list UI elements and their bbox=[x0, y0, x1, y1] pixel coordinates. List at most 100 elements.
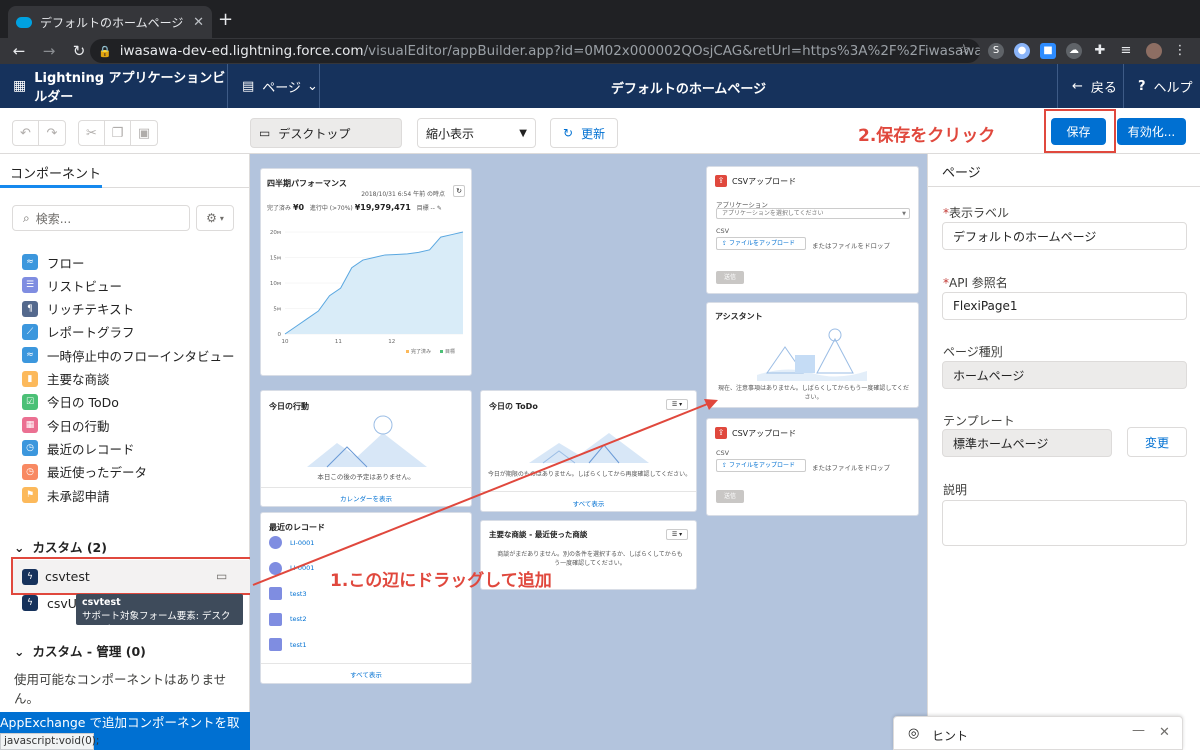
page-menu-label: ページ bbox=[262, 80, 302, 96]
component-type-icon: ☰ bbox=[22, 277, 38, 294]
label-input[interactable]: デフォルトのホームページ bbox=[942, 222, 1187, 250]
edit-group: ✂ ❐ ▣ bbox=[78, 120, 158, 146]
api-label-text: API 参照名 bbox=[949, 276, 1008, 290]
tooltip-body: サポート対象フォーム要素: デスクトップ bbox=[82, 611, 231, 636]
label-field-label: *表示ラベル bbox=[943, 206, 1010, 220]
chrome-menu-icon[interactable]: ⋮ bbox=[1172, 43, 1188, 59]
drag-instruction-note: 1.この辺にドラッグして追加 bbox=[330, 571, 552, 591]
zoom-select[interactable]: 縮小表示 ▼ bbox=[417, 118, 536, 148]
activate-button[interactable]: 有効化... bbox=[1117, 118, 1186, 145]
search-input[interactable]: ⌕ 検索... bbox=[12, 205, 190, 231]
back-button[interactable]: ← 戻る bbox=[1057, 64, 1124, 108]
browser-tab[interactable]: デフォルトのホームページ - Light ✕ bbox=[8, 6, 212, 38]
template-field: 標準ホームページ bbox=[942, 429, 1112, 457]
change-template-button[interactable]: 変更 bbox=[1127, 427, 1187, 457]
url-path: /visualEditor/appBuilder.app?id=0M02x000… bbox=[363, 43, 980, 59]
lock-icon: 🔒 bbox=[98, 44, 112, 58]
drag-arrow bbox=[252, 399, 718, 586]
custom-heading-label: カスタム (2) bbox=[32, 540, 107, 555]
component-item[interactable]: ◷ 最近のレコード bbox=[22, 438, 135, 458]
back-label: 戻る bbox=[1090, 80, 1117, 96]
tab-components[interactable]: コンポーネント bbox=[0, 154, 250, 188]
save-button[interactable]: 保存 bbox=[1051, 118, 1106, 145]
component-item[interactable]: ≈ 一時停止中のフローインタビュー bbox=[22, 345, 235, 365]
close-icon[interactable]: ✕ bbox=[1159, 725, 1170, 740]
component-type-icon: ¶ bbox=[22, 300, 38, 317]
minimize-icon[interactable]: — bbox=[1132, 723, 1145, 738]
redo-icon[interactable]: ↷ bbox=[39, 121, 65, 145]
page-title: デフォルトのホームページ bbox=[610, 82, 767, 97]
refresh-button[interactable]: ↻ 更新 bbox=[550, 118, 618, 148]
settings-menu-button[interactable]: ⚙ ▾ bbox=[196, 205, 234, 231]
component-item[interactable]: ¶ リッチテキスト bbox=[22, 299, 134, 319]
component-item[interactable]: ▦ 今日の行動 bbox=[22, 415, 110, 435]
profile-avatar[interactable] bbox=[1146, 43, 1162, 59]
managed-heading-label: カスタム - 管理 (0) bbox=[32, 644, 146, 659]
extension-drop-icon[interactable]: ● bbox=[1014, 43, 1030, 59]
help-question-icon: ? bbox=[1138, 78, 1146, 94]
managed-section-heading[interactable]: ⌄ カスタム - 管理 (0) bbox=[14, 641, 146, 660]
chevron-down-icon: ⌄ bbox=[14, 540, 25, 555]
custom-section-heading[interactable]: ⌄ カスタム (2) bbox=[14, 537, 107, 556]
device-selector[interactable]: ▭ デスクトップ bbox=[250, 118, 402, 148]
help-button[interactable]: ? ヘルプ bbox=[1124, 64, 1200, 108]
chevron-down-icon: ⌄ bbox=[307, 78, 318, 94]
page-type-field: ホームページ bbox=[942, 361, 1187, 389]
component-type-icon: ⚑ bbox=[22, 487, 38, 503]
component-item[interactable]: ☰ リストビュー bbox=[22, 275, 122, 295]
component-label: 今日の ToDo bbox=[47, 395, 119, 411]
bookmark-star-icon[interactable]: ☆ bbox=[957, 42, 970, 58]
media-control-icon[interactable]: ≡ bbox=[1118, 43, 1134, 59]
component-item[interactable]: ≈ フロー bbox=[22, 252, 85, 272]
component-item[interactable]: ⟋ レポートグラフ bbox=[22, 322, 135, 342]
component-item[interactable]: ☑ 今日の ToDo bbox=[22, 392, 119, 412]
url-field[interactable]: 🔒 iwasawa-dev-ed.lightning.force.com/vis… bbox=[90, 39, 980, 63]
cut-icon[interactable]: ✂ bbox=[79, 121, 105, 145]
back-arrow-icon: ← bbox=[1072, 78, 1083, 94]
chevron-down-icon: ⌄ bbox=[14, 644, 25, 659]
panel-heading: ページ bbox=[942, 166, 981, 181]
tooltip-title: csvtest bbox=[82, 597, 121, 608]
component-item[interactable]: ▮ 主要な商談 bbox=[22, 369, 110, 389]
component-label: 主要な商談 bbox=[47, 372, 110, 387]
extension-s-icon[interactable]: S bbox=[988, 43, 1004, 59]
description-textarea[interactable] bbox=[942, 500, 1187, 546]
forward-arrow-icon[interactable]: → bbox=[38, 42, 60, 60]
copy-icon[interactable]: ❐ bbox=[105, 121, 131, 145]
tab-title: デフォルトのホームページ - Light bbox=[40, 15, 187, 30]
new-tab-icon[interactable]: + bbox=[218, 9, 233, 30]
salesforce-cloud-icon bbox=[16, 16, 32, 28]
status-bar-url: javascript:void(0); bbox=[0, 733, 99, 750]
close-tab-icon[interactable]: ✕ bbox=[193, 15, 204, 30]
component-type-icon: ≈ bbox=[22, 347, 38, 364]
page-icon: ▤ bbox=[242, 78, 255, 94]
component-item[interactable]: ⚑ 未承認申請 bbox=[22, 485, 110, 505]
reload-icon[interactable]: ↻ bbox=[68, 42, 90, 60]
help-label: ヘルプ bbox=[1153, 80, 1193, 96]
component-label: リッチテキスト bbox=[47, 302, 135, 318]
app-name: ▦ Lightning アプリケーションビルダー bbox=[0, 64, 228, 108]
component-type-icon: ◷ bbox=[22, 463, 38, 480]
component-label: 最近使ったデータ bbox=[47, 465, 148, 481]
api-name-input[interactable]: FlexiPage1 bbox=[942, 292, 1187, 320]
zoom-extension-icon[interactable]: ■ bbox=[1040, 43, 1056, 59]
component-label: 今日の行動 bbox=[47, 418, 110, 434]
dropdown-triangle-icon: ▼ bbox=[519, 127, 527, 139]
back-arrow-icon[interactable]: ← bbox=[8, 42, 30, 60]
paste-icon[interactable]: ▣ bbox=[131, 121, 157, 145]
page-menu[interactable]: ▤ ページ ⌄ bbox=[228, 64, 320, 108]
chevron-down-icon: ▾ bbox=[219, 213, 224, 223]
extensions-puzzle-icon[interactable]: ✚ bbox=[1092, 43, 1108, 59]
label-text: 表示ラベル bbox=[949, 206, 1010, 220]
component-item[interactable]: ◷ 最近使ったデータ bbox=[22, 462, 147, 482]
undo-icon[interactable]: ↶ bbox=[13, 121, 39, 145]
hint-label: ヒント bbox=[932, 729, 969, 743]
search-placeholder: 検索... bbox=[35, 211, 72, 226]
desktop-icon: ▭ bbox=[259, 126, 271, 140]
description-field-label: 説明 bbox=[943, 483, 968, 497]
zoom-label: 縮小表示 bbox=[426, 126, 475, 141]
extension-cloud-icon[interactable]: ☁ bbox=[1066, 43, 1082, 59]
save-instruction-note: 2.保存をクリック bbox=[858, 126, 996, 146]
properties-panel: ページ *表示ラベル デフォルトのホームページ *API 参照名 FlexiPa… bbox=[927, 154, 1200, 750]
app-name-label: Lightning アプリケーションビルダー bbox=[34, 71, 226, 105]
